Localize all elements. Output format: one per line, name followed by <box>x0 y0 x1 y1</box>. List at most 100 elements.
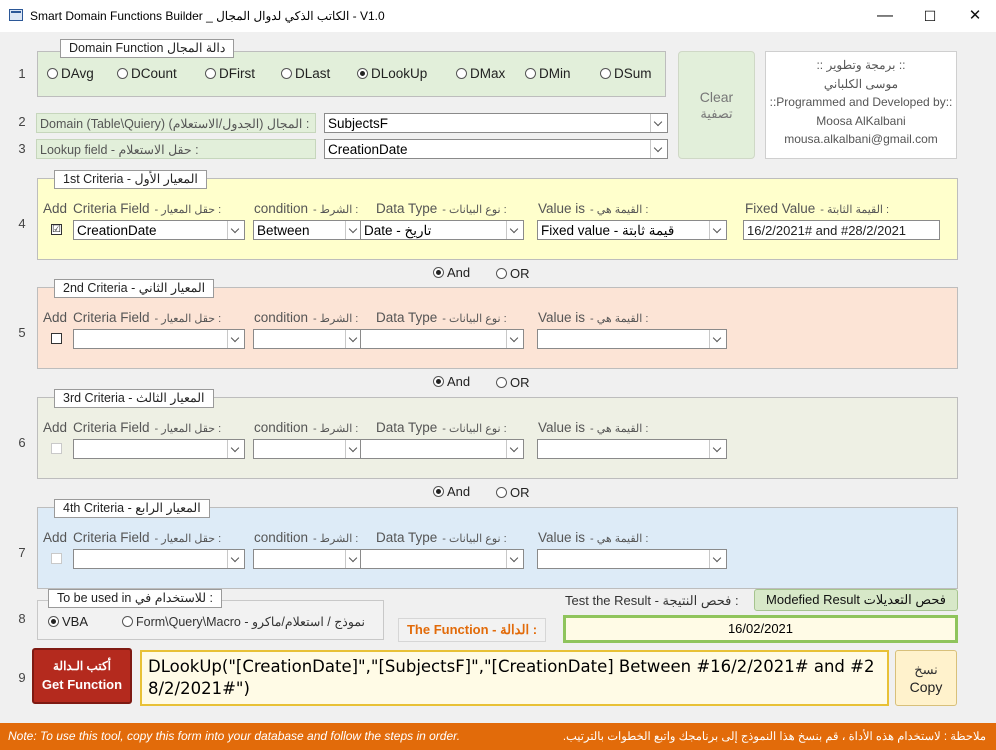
add-criteria-checkbox[interactable] <box>51 333 62 344</box>
condition-select[interactable]: Between <box>253 220 363 240</box>
radio-icon[interactable] <box>48 616 59 627</box>
domain-function-option-label: DMax <box>470 66 506 81</box>
add-criteria-checkbox[interactable] <box>51 553 62 564</box>
chevron-down-icon[interactable] <box>227 330 244 348</box>
criteria-header-add: Add <box>43 201 67 216</box>
data-type-select[interactable] <box>360 439 524 459</box>
criteria-header-label-ar: - نوع البيانات : <box>442 313 507 325</box>
logic-and-option[interactable]: And <box>433 484 470 499</box>
usage-form-label: Form\Query\Macro - نموذج / استعلام/ماكرو <box>136 615 366 629</box>
logic-or-option[interactable]: OR <box>496 485 530 500</box>
domain-function-option-label: DCount <box>131 66 177 81</box>
criteria-header-label: Value is <box>538 420 586 435</box>
radio-icon[interactable] <box>496 268 507 279</box>
criteria-header-label: condition <box>254 201 309 216</box>
value-is-select[interactable] <box>537 329 727 349</box>
domain-function-option-dcount[interactable]: DCount <box>117 66 177 81</box>
maximize-button[interactable]: ☐ <box>907 0 953 32</box>
window-title: Smart Domain Functions Builder _ الكاتب … <box>30 9 385 23</box>
criteria-field-select[interactable] <box>73 329 245 349</box>
data-type-select[interactable] <box>360 549 524 569</box>
chevron-down-icon[interactable] <box>227 550 244 568</box>
criteria-header-label: Add <box>43 310 68 325</box>
radio-icon[interactable] <box>433 486 444 497</box>
lookup-field-select[interactable]: CreationDate <box>324 139 668 159</box>
add-criteria-checkbox[interactable] <box>51 443 62 454</box>
condition-select[interactable] <box>253 549 363 569</box>
chevron-down-icon[interactable] <box>227 221 244 239</box>
credits-line: Moosa AlKalbani <box>816 113 906 128</box>
logic-or-option[interactable]: OR <box>496 375 530 390</box>
criteria-header-label: Value is <box>538 310 586 325</box>
domain-function-option-dfirst[interactable]: DFirst <box>205 66 255 81</box>
criteria-field-select[interactable] <box>73 549 245 569</box>
radio-icon[interactable] <box>205 68 216 79</box>
chevron-down-icon[interactable] <box>227 440 244 458</box>
criteria-header-condition: condition - الشرط : <box>254 420 358 435</box>
chevron-down-icon[interactable] <box>506 221 523 239</box>
usage-form-option[interactable]: Form\Query\Macro - نموذج / استعلام/ماكرو <box>122 614 365 629</box>
chevron-down-icon[interactable] <box>709 330 726 348</box>
domain-function-option-dmin[interactable]: DMin <box>525 66 571 81</box>
chevron-down-icon[interactable] <box>650 140 667 158</box>
domain-function-option-davg[interactable]: DAvg <box>47 66 94 81</box>
radio-icon[interactable] <box>122 616 133 627</box>
get-function-button[interactable]: أكتب الـدالة Get Function <box>32 648 132 704</box>
criteria-header-label: Criteria Field <box>73 530 150 545</box>
criteria-header-datatype: Data Type - نوع البيانات : <box>376 201 507 216</box>
radio-icon[interactable] <box>47 68 58 79</box>
condition-select[interactable] <box>253 329 363 349</box>
function-output[interactable]: DLookUp("[CreationDate]","[SubjectsF]","… <box>140 650 889 706</box>
domain-function-legend: Domain Function دالة المجال <box>60 39 235 58</box>
radio-icon[interactable] <box>357 68 368 79</box>
chevron-down-icon[interactable] <box>709 440 726 458</box>
clear-button[interactable]: Clear تصفية <box>678 51 755 159</box>
minimize-button[interactable]: — <box>862 0 908 32</box>
radio-icon[interactable] <box>496 377 507 388</box>
domain-function-option-dlookup[interactable]: DLookUp <box>357 66 427 81</box>
copy-label: Copy <box>909 679 943 695</box>
domain-function-option-label: DSum <box>614 66 652 81</box>
radio-icon[interactable] <box>117 68 128 79</box>
app-icon <box>9 9 23 21</box>
domain-select[interactable]: SubjectsF <box>324 113 668 133</box>
criteria-field-select[interactable]: CreationDate <box>73 220 245 240</box>
condition-select[interactable] <box>253 439 363 459</box>
criteria-header-condition: condition - الشرط : <box>254 310 358 325</box>
value-is-select[interactable]: Fixed value - قيمة ثابتة <box>537 220 727 240</box>
domain-function-option-dmax[interactable]: DMax <box>456 66 505 81</box>
chevron-down-icon[interactable] <box>650 114 667 132</box>
close-button[interactable]: ✕ <box>952 0 996 32</box>
chevron-down-icon[interactable] <box>709 221 726 239</box>
logic-or-option[interactable]: OR <box>496 266 530 281</box>
logic-and-option[interactable]: And <box>433 374 470 389</box>
value-is-select[interactable] <box>537 549 727 569</box>
radio-icon[interactable] <box>456 68 467 79</box>
usage-vba-option[interactable]: VBA <box>48 614 88 629</box>
value-is-select[interactable] <box>537 439 727 459</box>
radio-icon[interactable] <box>600 68 611 79</box>
chevron-down-icon[interactable] <box>506 330 523 348</box>
radio-icon[interactable] <box>433 376 444 387</box>
logic-and-option[interactable]: And <box>433 265 470 280</box>
radio-icon[interactable] <box>281 68 292 79</box>
modified-result-button[interactable]: Modefied Result فحص التعديلات <box>754 589 958 611</box>
footer-note-ar: ملاحظة : لاستخدام هذه الأداة ، قم بنسخ ه… <box>562 731 986 743</box>
copy-button[interactable]: نسخ Copy <box>895 650 957 706</box>
fixed-value-input[interactable]: 16/2/2021# and #28/2/2021 <box>743 220 940 240</box>
data-type-select[interactable]: Date - تاريخ <box>360 220 524 240</box>
criteria-header-label-ar: - حقل المعيار : <box>154 533 222 545</box>
add-criteria-checkbox[interactable]: ☑ <box>51 224 62 235</box>
domain-function-option-dsum[interactable]: DSum <box>600 66 652 81</box>
criteria-field-select[interactable] <box>73 439 245 459</box>
chevron-down-icon[interactable] <box>506 550 523 568</box>
chevron-down-icon[interactable] <box>709 550 726 568</box>
radio-icon[interactable] <box>525 68 536 79</box>
chevron-down-icon[interactable] <box>506 440 523 458</box>
radio-icon[interactable] <box>496 487 507 498</box>
data-type-select[interactable] <box>360 329 524 349</box>
radio-icon[interactable] <box>433 267 444 278</box>
criteria-header-valueis: Value is - القيمة هي : <box>538 530 648 545</box>
logic-or-label: OR <box>510 266 530 281</box>
domain-function-option-dlast[interactable]: DLast <box>281 66 330 81</box>
